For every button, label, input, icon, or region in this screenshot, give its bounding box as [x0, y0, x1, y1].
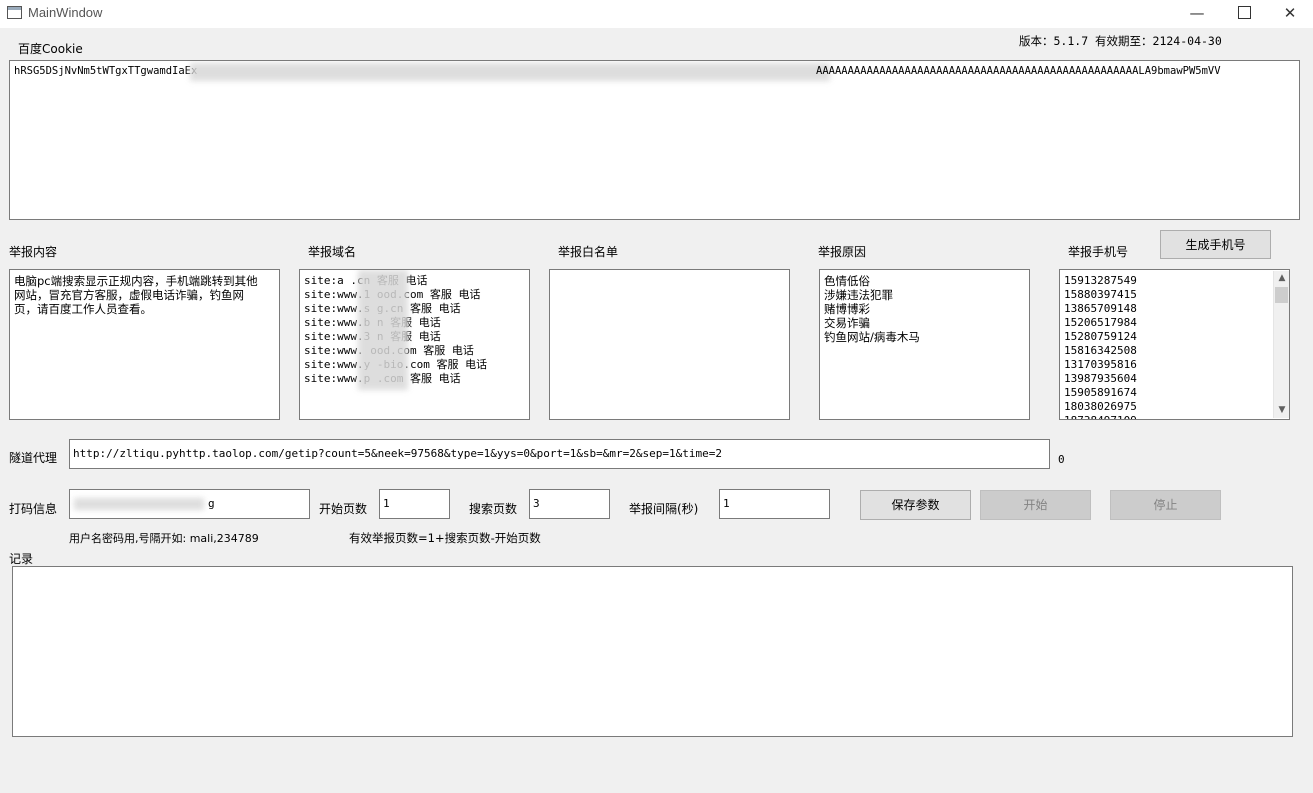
report-whitelist-textarea[interactable] — [549, 269, 790, 420]
domain-line: site:www.b n 客服 电话 — [304, 316, 441, 329]
close-button[interactable]: ✕ — [1267, 0, 1313, 28]
phone-number: 15206517984 — [1064, 316, 1137, 329]
phone-number: 18738497109 — [1064, 414, 1289, 419]
minimize-icon: — — [1189, 4, 1205, 22]
phone-number: 13987935604 — [1064, 372, 1137, 385]
proxy-count: 0 — [1058, 453, 1065, 466]
scroll-thumb[interactable] — [1275, 287, 1288, 303]
reason-line: 钓鱼网站/病毒木马 — [824, 330, 920, 344]
domain-line: site:www.p .com 客服 电话 — [304, 372, 461, 385]
captcha-hint: 用户名密码用,号隔开如: mali,234789 — [69, 532, 259, 545]
scroll-up-icon[interactable]: ▲ — [1274, 271, 1290, 286]
phone-number: 15905891674 — [1064, 386, 1137, 399]
report-content-line: 页，请百度工作人员查看。 — [14, 302, 152, 316]
start-button[interactable]: 开始 — [980, 490, 1091, 520]
search-pages-input[interactable]: 3 — [529, 489, 610, 519]
proxy-label: 隧道代理 — [9, 451, 58, 465]
report-domain-label: 举报域名 — [308, 245, 357, 259]
captcha-label: 打码信息 — [9, 502, 58, 516]
captcha-value-suffix: g — [208, 497, 215, 510]
domain-line: site:www.s g.cn 客服 电话 — [304, 302, 461, 315]
phone-number: 13170395816 — [1064, 358, 1137, 371]
log-textarea[interactable] — [12, 566, 1293, 737]
report-content-textarea[interactable]: 电脑pc端搜索显示正规内容，手机端跳转到其他 网站，冒充官方客服，虚假电话诈骗，… — [9, 269, 280, 420]
search-pages-label: 搜索页数 — [469, 502, 518, 516]
minimize-button[interactable]: — — [1174, 0, 1220, 28]
app-window-icon — [7, 6, 22, 19]
domain-line: site:www. ood.com 客服 电话 — [304, 344, 474, 357]
cookie-value-end: AAAAAAAAAAAAAAAAAAAAAAAAAAAAAAAAAAAAAAAA… — [816, 65, 1221, 77]
domain-line: site:www.3 n 客服 电话 — [304, 330, 441, 343]
redacted-domains — [358, 270, 408, 390]
phone-number: 18038026975 — [1064, 400, 1137, 413]
captcha-input[interactable]: g — [69, 489, 310, 519]
reason-line: 赌博博彩 — [824, 302, 870, 316]
report-phone-textarea[interactable]: 15913287549 15880397415 13865709148 1520… — [1059, 269, 1290, 420]
redacted-cookie — [190, 63, 830, 81]
resize-grip-icon[interactable] — [1301, 781, 1311, 791]
start-page-input[interactable]: 1 — [379, 489, 450, 519]
domain-line: site:www.y -bio.com 客服 电话 — [304, 358, 488, 371]
phone-number: 15880397415 — [1064, 288, 1137, 301]
cookie-value-start: hRSG5DSjNvNm5tWTgxTTgwamdIaEx — [14, 65, 198, 77]
title-bar: MainWindow — ✕ — [0, 0, 1313, 28]
domain-line: site:a .cn 客服 电话 — [304, 274, 428, 287]
page-hint: 有效举报页数=1+搜索页数-开始页数 — [349, 531, 541, 545]
scroll-down-icon[interactable]: ▼ — [1274, 403, 1290, 418]
report-phone-label: 举报手机号 — [1068, 245, 1129, 259]
report-domain-textarea[interactable]: site:a .cn 客服 电话 site:www.1 ood.com 客服 电… — [299, 269, 530, 420]
domain-line: site:www.1 ood.com 客服 电话 — [304, 288, 481, 301]
report-reason-label: 举报原因 — [818, 245, 867, 259]
generate-phone-button[interactable]: 生成手机号 — [1160, 230, 1271, 259]
phone-number: 15816342508 — [1064, 344, 1137, 357]
report-whitelist-label: 举报白名单 — [558, 245, 619, 259]
report-content-line: 网站，冒充官方客服，虚假电话诈骗，钓鱼网 — [14, 288, 244, 302]
maximize-icon — [1237, 5, 1251, 19]
stop-button[interactable]: 停止 — [1110, 490, 1221, 520]
window-title: MainWindow — [28, 5, 103, 20]
cookie-label: 百度Cookie — [18, 42, 83, 56]
report-interval-label: 举报间隔(秒) — [629, 502, 699, 516]
start-page-label: 开始页数 — [319, 502, 368, 516]
proxy-input[interactable]: http://zltiqu.pyhttp.taolop.com/getip?co… — [69, 439, 1050, 469]
report-content-label: 举报内容 — [9, 245, 58, 259]
maximize-button[interactable] — [1221, 0, 1267, 28]
report-reason-textarea[interactable]: 色情低俗 涉嫌违法犯罪 赌博博彩 交易诈骗 钓鱼网站/病毒木马 — [819, 269, 1030, 420]
cookie-textarea[interactable]: hRSG5DSjNvNm5tWTgxTTgwamdIaEx AAAAAAAAAA… — [9, 60, 1300, 220]
phone-number: 13865709148 — [1064, 302, 1137, 315]
report-interval-input[interactable]: 1 — [719, 489, 830, 519]
report-content-line: 电脑pc端搜索显示正规内容，手机端跳转到其他 — [14, 274, 258, 288]
reason-line: 涉嫌违法犯罪 — [824, 288, 893, 302]
phone-number: 15280759124 — [1064, 330, 1137, 343]
save-params-button[interactable]: 保存参数 — [860, 490, 971, 520]
close-icon: ✕ — [1283, 4, 1297, 22]
phone-number: 15913287549 — [1064, 274, 1137, 287]
version-label: 版本：5.1.7 有效期至：2124-04-30 — [1019, 34, 1222, 48]
reason-line: 色情低俗 — [824, 274, 870, 288]
reason-line: 交易诈骗 — [824, 316, 870, 330]
log-label: 记录 — [9, 552, 34, 566]
redacted-captcha — [74, 498, 204, 510]
phone-list-scrollbar[interactable]: ▲ ▼ — [1273, 271, 1289, 418]
